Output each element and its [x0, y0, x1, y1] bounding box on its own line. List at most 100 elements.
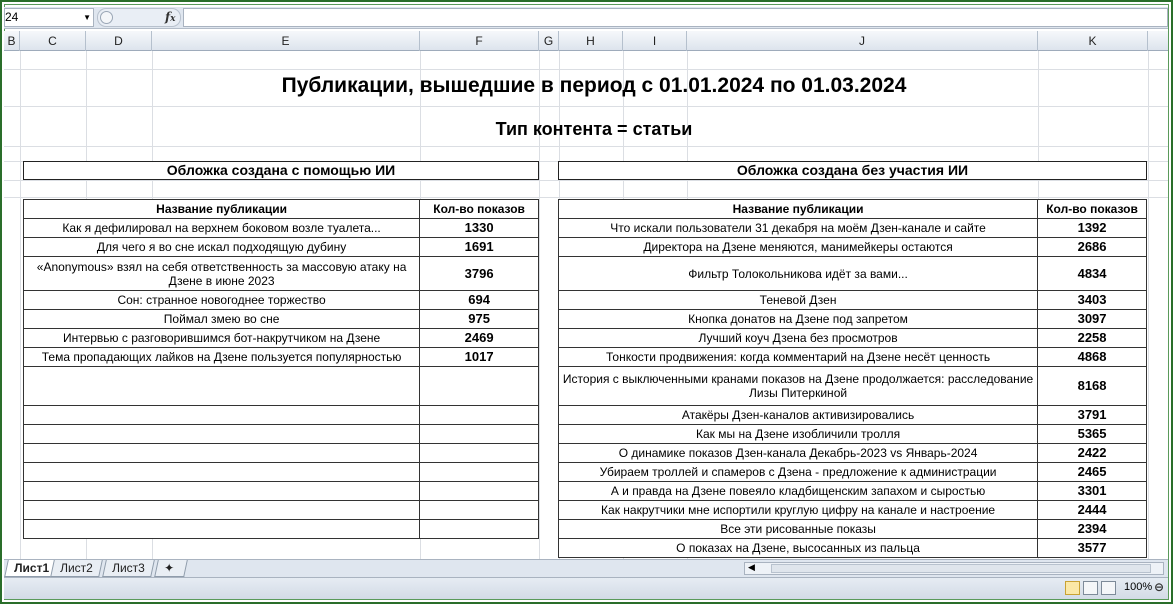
publication-title: Сон: странное новогоднее торжество [22, 290, 421, 310]
tab-label: Лист3 [112, 561, 145, 575]
left-table-heading: Обложка создана с помощью ИИ [23, 161, 539, 180]
empty-row[interactable] [22, 366, 539, 406]
column-header-k[interactable]: K [1038, 31, 1148, 51]
view-count: 4834 [1037, 256, 1147, 291]
column-header-i[interactable]: I [623, 31, 687, 51]
scrollbar-thumb[interactable] [771, 564, 1151, 573]
formula-input[interactable] [183, 8, 1168, 27]
page-break-view-icon[interactable] [1101, 581, 1116, 595]
view-count: 694 [419, 290, 539, 310]
table-row[interactable]: Что искали пользователи 31 декабря на мо… [557, 218, 1147, 238]
view-count: 1392 [1037, 218, 1147, 238]
publication-title: Тема пропадающих лайков на Дзене пользуе… [22, 347, 421, 367]
publication-title: Фильтр Толокольникова идёт за вами... [557, 256, 1039, 291]
table-row[interactable]: Кнопка донатов на Дзене под запретом 3097 [557, 309, 1147, 329]
view-count: 3301 [1037, 481, 1147, 501]
right-table-heading: Обложка создана без участия ИИ [558, 161, 1147, 180]
table-row[interactable]: Интервью с разговорившимся бот-накрутчик… [22, 328, 539, 348]
worksheet-grid[interactable]: Публикации, вышедшие в период с 01.01.20… [4, 51, 1168, 559]
column-header-d[interactable]: D [86, 31, 152, 51]
publication-title: Кнопка донатов на Дзене под запретом [557, 309, 1039, 329]
column-header-h[interactable]: H [559, 31, 623, 51]
formula-controls: fx [97, 8, 181, 27]
table-row[interactable]: Для чего я во сне искал подходящую дубин… [22, 237, 539, 257]
normal-view-icon[interactable] [1065, 581, 1080, 595]
tab-sheet3[interactable]: Лист3 [102, 560, 155, 577]
table-row[interactable]: Все эти рисованные показы 2394 [557, 519, 1147, 539]
formula-bar: 24 ▼ fx [4, 7, 1168, 29]
chevron-down-icon[interactable]: ▼ [83, 9, 91, 26]
name-box[interactable]: 24 ▼ [4, 8, 94, 27]
empty-row[interactable] [22, 405, 539, 425]
view-count: 2686 [1037, 237, 1147, 257]
empty-row[interactable] [22, 500, 539, 520]
empty-row[interactable] [22, 481, 539, 501]
table-row[interactable]: Как мы на Дзене изобличили тролля 5365 [557, 424, 1147, 444]
column-title-views: Кол-во показов [419, 199, 539, 219]
view-count: 1330 [419, 218, 539, 238]
empty-row[interactable] [22, 462, 539, 482]
new-sheet-icon: ✦ [164, 561, 175, 575]
table-row[interactable]: Атакёры Дзен-каналов активизировались 379… [557, 405, 1147, 425]
table-row[interactable]: Тема пропадающих лайков на Дзене пользуе… [22, 347, 539, 367]
table-row[interactable]: «Anonymous» взял на себя ответственность… [22, 256, 539, 291]
publication-title: Тонкости продвижения: когда комментарий … [557, 347, 1039, 367]
scroll-left-icon[interactable]: ◀ [748, 562, 755, 573]
left-table: Название публикации Кол-во показов Как я… [22, 199, 539, 539]
publication-title: Интервью с разговорившимся бот-накрутчик… [22, 328, 421, 348]
tab-label: Лист2 [60, 561, 93, 575]
view-count: 2465 [1037, 462, 1147, 482]
horizontal-scrollbar[interactable]: ◀ [744, 562, 1164, 575]
publication-title: Убираем троллей и спамеров с Дзена - пре… [557, 462, 1039, 482]
table-row[interactable]: Сон: странное новогоднее торжество 694 [22, 290, 539, 310]
view-count: 2422 [1037, 443, 1147, 463]
view-count: 3577 [1037, 538, 1147, 558]
table-row[interactable]: История с выключенными кранами показов н… [557, 366, 1147, 406]
table-row[interactable]: Как я дефилировал на верхнем боковом воз… [22, 218, 539, 238]
table-row[interactable]: Как накрутчики мне испортили круглую циф… [557, 500, 1147, 520]
table-row[interactable]: Тонкости продвижения: когда комментарий … [557, 347, 1147, 367]
publication-title: Как я дефилировал на верхнем боковом воз… [22, 218, 421, 238]
column-header-c[interactable]: C [20, 31, 86, 51]
column-header-j[interactable]: J [687, 31, 1038, 51]
cell-reference: 24 [5, 10, 19, 24]
column-title-name: Название публикации [557, 199, 1039, 219]
publication-title: Как накрутчики мне испортили круглую циф… [557, 500, 1039, 520]
table-row[interactable]: Убираем троллей и спамеров с Дзена - пре… [557, 462, 1147, 482]
table-row[interactable]: Поймал змею во сне 975 [22, 309, 539, 329]
expand-handle-icon[interactable] [100, 11, 113, 24]
empty-row[interactable] [22, 443, 539, 463]
table-row[interactable]: Директора на Дзене меняются, манимейкеры… [557, 237, 1147, 257]
publication-title: Поймал змею во сне [22, 309, 421, 329]
fx-icon[interactable]: fx [165, 10, 176, 24]
zoom-out-icon[interactable]: ⊖ [1154, 580, 1164, 594]
table-row[interactable]: О показах на Дзене, высосанных из пальца… [557, 538, 1147, 558]
publication-title: Теневой Дзен [557, 290, 1039, 310]
table-row[interactable]: Теневой Дзен 3403 [557, 290, 1147, 310]
page-layout-view-icon[interactable] [1083, 581, 1098, 595]
table-row[interactable]: Фильтр Толокольникова идёт за вами... 483… [557, 256, 1147, 291]
publication-title: Директора на Дзене меняются, манимейкеры… [557, 237, 1039, 257]
new-sheet-tab[interactable]: ✦ [154, 560, 188, 577]
table-row[interactable]: О динамике показов Дзен-канала Декабрь-2… [557, 443, 1147, 463]
view-count: 2258 [1037, 328, 1147, 348]
column-title-views: Кол-во показов [1037, 199, 1147, 219]
column-header-e[interactable]: E [152, 31, 420, 51]
column-header-g[interactable]: G [539, 31, 559, 51]
publication-title: Атакёры Дзен-каналов активизировались [557, 405, 1039, 425]
publication-title: О показах на Дзене, высосанных из пальца [557, 538, 1039, 558]
view-count: 1691 [419, 237, 539, 257]
zoom-level[interactable]: 100% [1124, 581, 1152, 593]
publication-title: История с выключенными кранами показов н… [557, 366, 1039, 406]
empty-row[interactable] [22, 519, 539, 539]
tab-sheet2[interactable]: Лист2 [50, 560, 103, 577]
table-row[interactable]: А и правда на Дзене повеяло кладбищенски… [557, 481, 1147, 501]
table-row[interactable]: Лучший коуч Дзена без просмотров 2258 [557, 328, 1147, 348]
view-count: 975 [419, 309, 539, 329]
sheet-tab-bar: Лист1 Лист2 Лист3 ✦ ◀ [4, 559, 1168, 577]
view-count: 4868 [1037, 347, 1147, 367]
page-subtitle: Тип контента = статьи [495, 119, 693, 139]
column-header-f[interactable]: F [420, 31, 539, 51]
column-header-b[interactable]: B [4, 31, 20, 51]
empty-row[interactable] [22, 424, 539, 444]
